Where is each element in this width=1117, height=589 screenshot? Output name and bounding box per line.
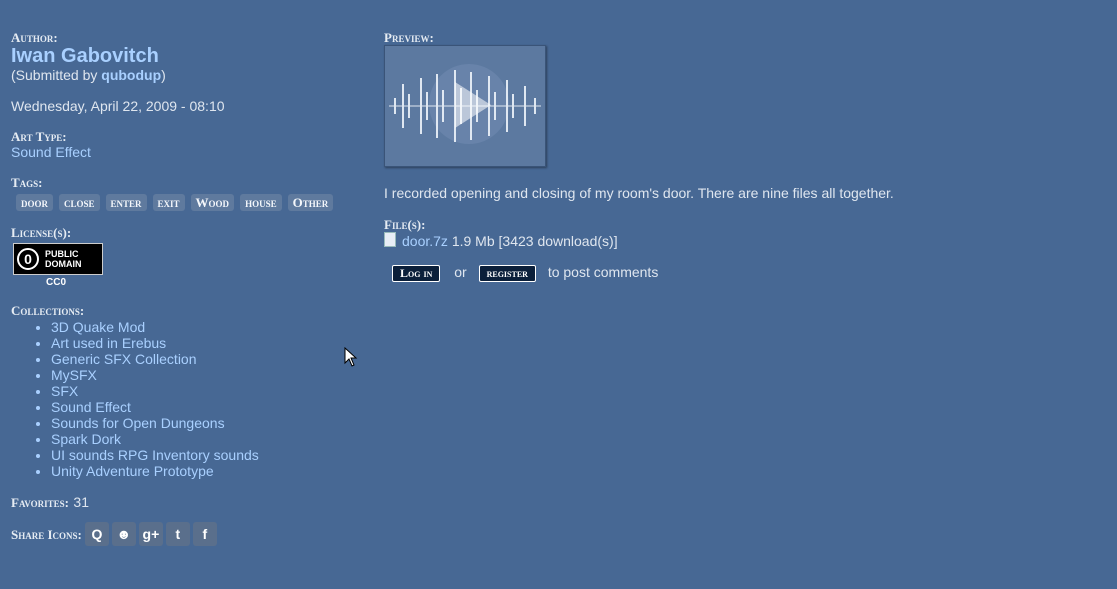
collection-item[interactable]: Generic SFX Collection xyxy=(51,351,351,367)
art-type-link[interactable]: Sound Effect xyxy=(11,144,351,161)
favorites: Favorites: 31 xyxy=(11,494,351,512)
tag-close[interactable]: close xyxy=(59,194,100,211)
license-name: CC0 xyxy=(46,277,67,288)
share-row: Share Icons: Q ☻ g+ t f xyxy=(11,522,351,546)
collection-item[interactable]: Art used in Erebus xyxy=(51,335,351,351)
description: I recorded opening and closing of my roo… xyxy=(384,185,894,201)
author-label: Author: xyxy=(11,30,58,45)
cc0-badge[interactable]: 0 PUBLIC DOMAIN xyxy=(13,243,103,275)
file-link[interactable]: door.7z xyxy=(402,233,448,249)
file-icon xyxy=(384,232,396,247)
art-type-label: Art Type: xyxy=(11,129,67,144)
collection-item[interactable]: SFX xyxy=(51,383,351,399)
login-button[interactable]: Log in xyxy=(392,265,441,282)
collection-item[interactable]: Sound Effect xyxy=(51,399,351,415)
collections-list: 3D Quake Mod Art used in Erebus Generic … xyxy=(11,319,351,479)
tag-exit[interactable]: exit xyxy=(152,194,185,211)
tag-house[interactable]: house xyxy=(240,194,282,211)
tag-enter[interactable]: enter xyxy=(105,194,147,211)
reddit-icon[interactable]: ☻ xyxy=(111,522,136,546)
favorites-label: Favorites: xyxy=(11,495,69,510)
submitted-prefix: (Submitted by xyxy=(11,67,102,83)
file-row: door.7z 1.9 Mb [3423 download(s)] xyxy=(384,232,1104,250)
submitted-suffix: ) xyxy=(161,67,166,83)
right-column: Preview: I recorded opening and closing … xyxy=(384,30,1104,282)
submitted-by: (Submitted by qubodup) xyxy=(11,67,351,84)
cc-badge-text: PUBLIC DOMAIN xyxy=(45,249,82,269)
collection-item[interactable]: Spark Dork xyxy=(51,431,351,447)
or-text: or xyxy=(454,264,467,280)
tags-label: Tags: xyxy=(11,175,43,190)
post-comments-text: to post comments xyxy=(547,264,659,280)
cc-badge-line2: DOMAIN xyxy=(45,259,82,269)
collection-item[interactable]: Sounds for Open Dungeons xyxy=(51,415,351,431)
share-label: Share Icons: xyxy=(11,526,82,542)
q-icon[interactable]: Q xyxy=(84,522,109,546)
left-column: Author: Iwan Gabovitch (Submitted by qub… xyxy=(11,30,351,546)
mouse-cursor-icon xyxy=(344,347,358,367)
submitter-link[interactable]: qubodup xyxy=(101,67,161,83)
collection-item[interactable]: Unity Adventure Prototype xyxy=(51,463,351,479)
comment-prompt: Log in or register to post comments xyxy=(384,264,1104,282)
post-date: Wednesday, April 22, 2009 - 08:10 xyxy=(11,98,225,114)
files-label: File(s): xyxy=(384,217,426,232)
collection-item[interactable]: 3D Quake Mod xyxy=(51,319,351,335)
cc-badge-line1: PUBLIC xyxy=(45,249,79,259)
cc-zero-icon: 0 xyxy=(17,248,39,270)
google-plus-icon[interactable]: g+ xyxy=(138,522,163,546)
twitter-icon[interactable]: t xyxy=(165,522,190,546)
collections-label: Collections: xyxy=(11,303,85,318)
tag-door[interactable]: door xyxy=(16,194,53,211)
preview-label: Preview: xyxy=(384,30,434,45)
license-label: License(s): xyxy=(11,225,72,240)
collection-item[interactable]: MySFX xyxy=(51,367,351,383)
author-name-link[interactable]: Iwan Gabovitch xyxy=(11,45,351,67)
tag-wood[interactable]: Wood xyxy=(190,194,235,211)
favorites-count: 31 xyxy=(73,494,89,510)
register-button[interactable]: register xyxy=(478,265,536,282)
file-meta: 1.9 Mb [3423 download(s)] xyxy=(447,233,618,249)
tag-list: door close enter exit Wood house Other xyxy=(11,194,356,211)
waveform-preview-player[interactable] xyxy=(384,45,546,167)
collection-item[interactable]: UI sounds RPG Inventory sounds xyxy=(51,447,351,463)
waveform-icon xyxy=(389,64,541,144)
tag-other[interactable]: Other xyxy=(287,194,334,211)
facebook-icon[interactable]: f xyxy=(192,522,217,546)
